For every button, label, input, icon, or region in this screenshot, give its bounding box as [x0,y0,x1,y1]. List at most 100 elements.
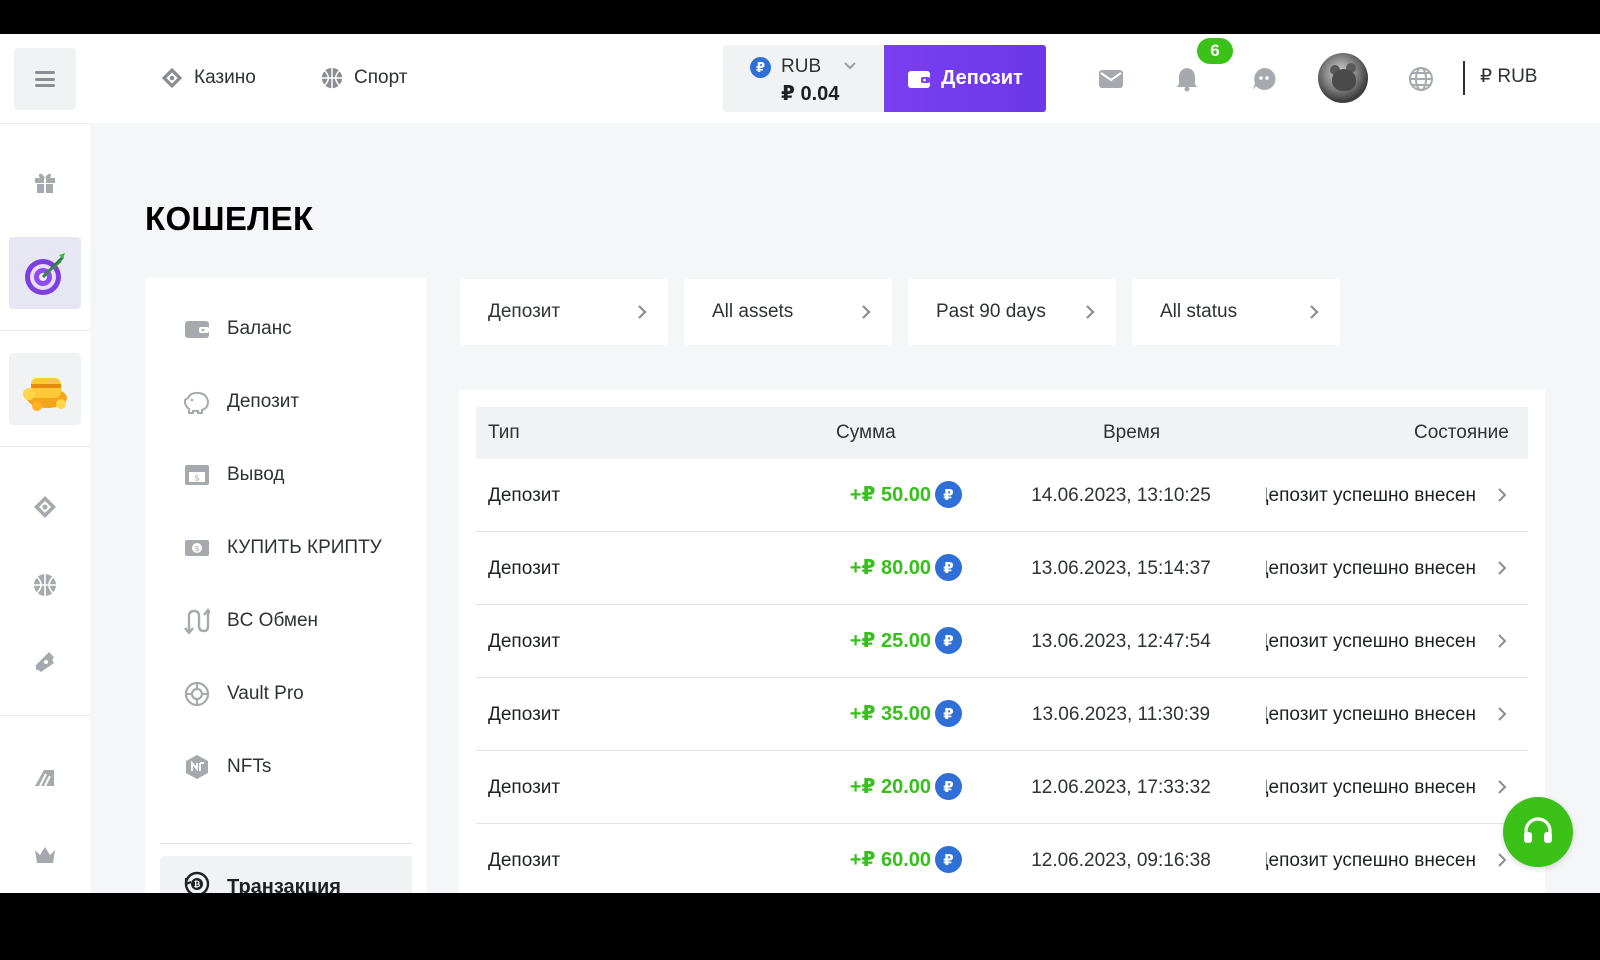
filter-status-label: All status [1160,301,1238,322]
wallet-menu-nfts[interactable]: NFTs [145,736,426,798]
balance-currency: RUB [781,56,822,77]
swap-icon [183,607,211,635]
treasure-chest-icon [23,378,67,411]
rail-casino-icon[interactable] [30,492,60,522]
rub-coin-icon: ₽ [935,773,962,800]
balance-amount: ₽ 0.04 [781,83,840,105]
support-chat-button[interactable] [1503,797,1573,867]
rail-sport-icon[interactable] [30,570,60,600]
wallet-menu-buy-crypto[interactable]: $ КУПИТЬ КРИПТУ [145,517,426,579]
table-row[interactable]: Депозит +₽ 80.00 ₽ 13.06.2023, 15:14:37 Д… [476,532,1528,605]
table-row[interactable]: Депозит +₽ 20.00 ₽ 12.06.2023, 17:33:32 Д… [476,751,1528,824]
app-window: Казино Спорт ₽ RUB ₽ 0.04 Депозит 6 ₽ RU… [0,34,1600,893]
rub-coin-icon: ₽ [935,481,962,508]
row-amount: +₽ 80.00 [849,557,931,579]
row-status: Депозит успешно внесен [1266,558,1476,579]
chevron-right-icon [862,305,871,319]
rub-coin-icon: ₽ [750,57,771,78]
transaction-icon: ₿ [183,870,211,893]
chevron-right-icon [1086,305,1095,319]
row-type: Депозит [488,558,561,579]
rail-vip-crown-icon[interactable] [30,839,60,869]
nav-casino-label: Казино [194,67,256,88]
chevron-right-icon [638,305,647,319]
nav-sport-link[interactable]: Спорт [320,64,407,92]
rail-target-promo[interactable] [9,237,81,309]
balance-selector[interactable]: ₽ RUB ₽ 0.04 [723,45,883,112]
filter-type[interactable]: Депозит [460,279,668,345]
chevron-right-icon[interactable] [1496,487,1508,503]
row-amount: +₽ 60.00 [849,849,931,871]
filter-period[interactable]: Past 90 days [908,279,1116,345]
filter-assets[interactable]: All assets [684,279,892,345]
column-header-status: Состояние [1414,422,1509,443]
rail-divider [0,446,90,447]
nav-casino-link[interactable]: Казино [160,64,256,92]
display-currency-selector[interactable]: ₽ RUB [1480,65,1537,88]
wallet-menu-label: NFTs [227,756,272,777]
filter-status[interactable]: All status [1132,279,1340,345]
wallet-menu-label: КУПИТЬ КРИПТУ [227,537,382,558]
row-time: 14.06.2023, 13:10:25 [1031,485,1211,506]
row-status: Депозит успешно внесен [1266,850,1476,871]
sport-icon [321,67,343,89]
table-row[interactable]: Депозит +₽ 35.00 ₽ 13.06.2023, 11:30:39 Д… [476,678,1528,751]
svg-text:$: $ [194,544,199,553]
chevron-right-icon [1310,305,1319,319]
nft-icon [183,753,211,781]
wallet-menu-withdraw[interactable]: $ Вывод [145,444,426,506]
row-type: Депозит [488,777,561,798]
hamburger-icon [35,71,55,87]
wallet-menu: Баланс Депозит $ Вывод $ КУПИТЬ КРИПТУ B… [145,278,426,893]
wallet-menu-vault-pro[interactable]: Vault Pro [145,663,426,725]
table-row[interactable]: Депозит +₽ 25.00 ₽ 13.06.2023, 12:47:54 Д… [476,605,1528,678]
rail-treasure-promo[interactable] [9,353,81,425]
row-status: Депозит успешно внесен [1266,485,1476,506]
chevron-right-icon[interactable] [1496,706,1508,722]
nav-sport-label: Спорт [354,67,408,88]
row-type: Депозит [488,485,561,506]
buy-crypto-icon: $ [183,534,211,562]
gift-icon[interactable] [30,167,60,197]
table-row[interactable]: Депозит +₽ 60.00 ₽ 12.06.2023, 09:16:38 Д… [476,824,1528,893]
chevron-right-icon[interactable] [1496,779,1508,795]
wallet-menu-label: Вывод [227,464,285,485]
svg-text:$: $ [194,474,199,483]
deposit-button[interactable]: Депозит [884,45,1046,112]
globe-icon[interactable] [1406,64,1436,94]
withdraw-icon: $ [183,461,211,489]
mail-icon[interactable] [1096,64,1126,94]
column-header-time: Время [1103,422,1161,443]
filter-period-label: Past 90 days [936,301,1046,322]
table-row[interactable]: Депозит +₽ 50.00 ₽ 14.06.2023, 13:10:25 Д… [476,459,1528,532]
row-type: Депозит [488,631,561,652]
wallet-menu-deposit[interactable]: Депозит [145,371,426,433]
rub-coin-icon: ₽ [935,700,962,727]
chevron-right-icon[interactable] [1496,560,1508,576]
wallet-menu-transactions[interactable]: ₿ Транзакция [160,856,412,893]
menu-divider [160,843,412,844]
chat-icon[interactable] [1249,64,1279,94]
rail-promotions-icon[interactable] [30,762,60,792]
table-header: Тип Сумма Время Состояние [476,407,1528,459]
rub-coin-icon: ₽ [935,554,962,581]
chevron-right-icon[interactable] [1496,633,1508,649]
filter-assets-label: All assets [712,301,794,322]
chevron-right-icon[interactable] [1496,852,1508,868]
row-status: Депозит успешно внесен [1266,704,1476,725]
rail-lottery-icon[interactable] [30,646,60,676]
avatar[interactable] [1318,53,1368,103]
row-amount: +₽ 25.00 [849,630,931,652]
wallet-menu-label: BC Обмен [227,610,319,631]
wallet-menu-bc-swap[interactable]: BC Обмен [145,590,426,652]
bell-icon[interactable] [1172,64,1202,94]
row-amount: +₽ 35.00 [849,703,931,725]
menu-toggle-button[interactable] [14,48,76,110]
wallet-menu-balance[interactable]: Баланс [145,298,426,360]
filter-type-label: Депозит [488,301,561,322]
row-status: Депозит успешно внесен [1266,631,1476,652]
wallet-menu-label: Vault Pro [227,683,304,704]
target-icon [25,253,65,295]
svg-text:₿: ₿ [194,880,201,889]
row-time: 13.06.2023, 11:30:39 [1031,704,1211,725]
